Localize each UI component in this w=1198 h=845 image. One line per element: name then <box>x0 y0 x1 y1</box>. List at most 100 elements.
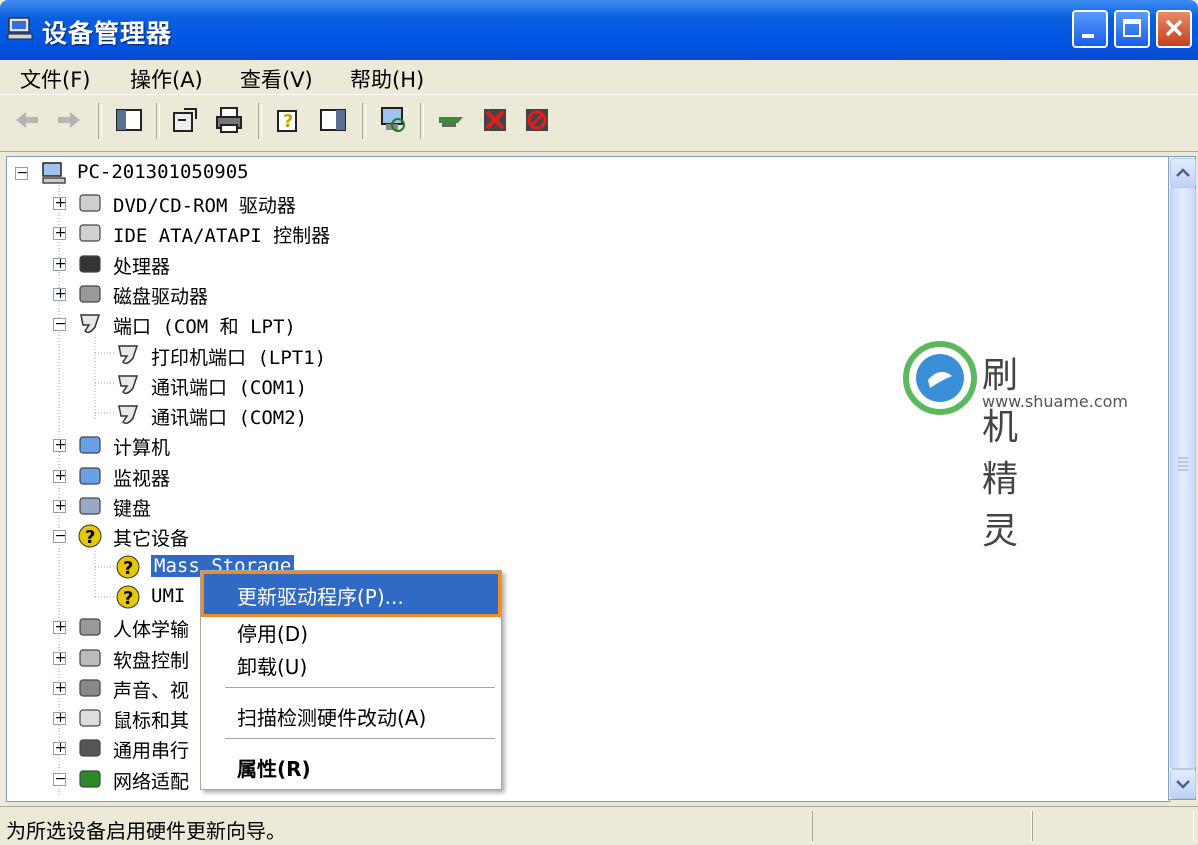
minimize-icon <box>1082 34 1094 38</box>
unknown-device-icon: ? <box>78 524 102 548</box>
tree-child-item[interactable]: 通讯端口 (COM1) <box>7 371 607 399</box>
tree-item-label: 声音、视 <box>113 679 190 702</box>
menu-item-update-driver[interactable]: 更新驱动程序(P)... <box>237 581 404 610</box>
tree-category-item[interactable]: + 键盘 <box>7 492 607 520</box>
port-icon <box>118 344 139 364</box>
close-button[interactable] <box>1156 10 1192 48</box>
expand-toggle[interactable]: + <box>53 256 66 272</box>
tree-root[interactable]: − PC-201301050905 <box>7 159 407 187</box>
tree-item-label: UMI <box>151 584 186 607</box>
tree-item-label: 通用串行 <box>113 740 190 763</box>
menu-action[interactable]: 操作(A) <box>130 64 203 94</box>
show-hide-tree-icon[interactable] <box>114 105 144 135</box>
expand-toggle[interactable]: + <box>53 740 66 756</box>
menu-view[interactable]: 查看(V) <box>240 64 313 94</box>
tree-child-item[interactable]: 打印机端口 (LPT1) <box>7 341 607 369</box>
back-icon[interactable] <box>12 105 42 135</box>
port-icon <box>118 405 139 425</box>
uninstall-icon[interactable] <box>480 105 510 135</box>
mouse-icon <box>79 709 101 727</box>
collapse-toggle[interactable]: − <box>53 316 66 332</box>
tree-category-item[interactable]: + 监视器 <box>7 462 607 490</box>
expand-toggle[interactable]: + <box>53 680 66 696</box>
menu-bar: 文件(F) 操作(A) 查看(V) 帮助(H) <box>0 60 1198 94</box>
expand-toggle[interactable]: + <box>53 619 66 635</box>
view-icon[interactable] <box>318 105 348 135</box>
tree-category-item[interactable]: + IDE ATA/ATAPI 控制器 <box>7 219 607 247</box>
toolbar-separator <box>420 103 424 139</box>
sound-icon <box>79 679 101 697</box>
expand-toggle[interactable]: + <box>53 650 66 666</box>
disable-icon[interactable] <box>522 105 552 135</box>
tree-item-label: 端口 (COM 和 LPT) <box>113 316 296 339</box>
menu-item-properties[interactable]: 属性(R) <box>237 753 311 782</box>
scroll-thumb[interactable] <box>1170 187 1196 769</box>
properties-icon[interactable] <box>170 105 200 135</box>
scroll-down-button[interactable] <box>1170 769 1196 799</box>
expand-toggle[interactable]: + <box>53 710 66 726</box>
toolbar-separator <box>258 103 262 139</box>
keyboard-icon <box>79 497 101 515</box>
processor-icon <box>79 254 101 273</box>
tree-category-item[interactable]: + 处理器 <box>7 250 607 278</box>
tree-child-item[interactable]: 通讯端口 (COM2) <box>7 401 607 429</box>
menu-file[interactable]: 文件(F) <box>20 64 90 94</box>
tree-item-label: 计算机 <box>113 437 171 460</box>
collapse-toggle[interactable]: − <box>53 771 66 787</box>
close-icon <box>1165 19 1183 37</box>
unknown-device-icon: ? <box>116 555 140 579</box>
tree-category-item[interactable]: + DVD/CD-ROM 驱动器 <box>7 189 607 217</box>
update-driver-icon[interactable] <box>436 105 466 135</box>
computer-icon <box>42 162 66 184</box>
menu-help[interactable]: 帮助(H) <box>350 64 424 94</box>
menu-item-uninstall[interactable]: 卸载(U) <box>237 651 307 680</box>
tree-category-item[interactable]: − 端口 (COM 和 LPT) <box>7 310 607 338</box>
computer-name: PC-201301050905 <box>77 161 249 183</box>
expand-toggle[interactable]: + <box>53 437 66 453</box>
collapse-toggle[interactable]: − <box>15 165 28 181</box>
status-panel <box>1032 811 1194 841</box>
expand-toggle[interactable]: + <box>53 468 66 484</box>
device-manager-icon <box>7 17 33 40</box>
maximize-icon <box>1123 19 1141 37</box>
toolbar-separator <box>98 103 102 139</box>
watermark-url: www.shuame.com <box>982 392 1128 411</box>
svg-text:?: ? <box>283 111 293 132</box>
menu-item-disable[interactable]: 停用(D) <box>237 618 308 647</box>
help-icon[interactable]: ? <box>274 105 304 135</box>
menu-separator <box>225 738 495 739</box>
tree-item-label: 网络适配 <box>113 770 190 793</box>
tree-category-item[interactable]: + 磁盘驱动器 <box>7 280 607 308</box>
unknown-device-icon: ? <box>116 585 140 609</box>
svg-text:?: ? <box>123 558 133 579</box>
expand-toggle[interactable]: + <box>53 225 66 241</box>
device-tree[interactable]: − PC-201301050905 + DVD/CD-ROM 驱动器 + IDE AT… <box>6 156 1170 802</box>
tree-category-item[interactable]: −? 其它设备 <box>7 522 607 550</box>
maximize-button[interactable] <box>1114 10 1150 48</box>
tree-category-item[interactable]: + 计算机 <box>7 431 607 459</box>
expand-toggle[interactable]: + <box>53 498 66 514</box>
grip-icon <box>1178 457 1188 471</box>
tree-item-label: 其它设备 <box>113 528 190 551</box>
scan-hardware-icon[interactable] <box>378 105 408 135</box>
print-icon[interactable] <box>214 105 244 135</box>
expand-toggle[interactable]: + <box>53 195 66 211</box>
forward-icon[interactable] <box>54 105 84 135</box>
expand-toggle[interactable]: + <box>53 286 66 302</box>
vertical-scrollbar[interactable] <box>1168 156 1196 800</box>
tree-item-label: 通讯端口 (COM2) <box>151 407 308 430</box>
collapse-toggle[interactable]: − <box>53 528 66 544</box>
minimize-button[interactable] <box>1072 10 1108 48</box>
scroll-up-button[interactable] <box>1170 158 1196 188</box>
menu-separator <box>225 687 495 688</box>
monitor-icon <box>79 467 101 485</box>
menu-item-scan-hardware[interactable]: 扫描检测硬件改动(A) <box>237 702 426 731</box>
chevron-down-icon <box>1176 780 1190 789</box>
svg-text:?: ? <box>123 588 133 609</box>
network-adapter-icon <box>79 770 101 788</box>
port-icon <box>80 314 101 334</box>
tree-item-label: 打印机端口 (LPT1) <box>151 346 327 369</box>
shuame-logo-icon <box>903 341 977 415</box>
tree-item-label: 鼠标和其 <box>113 710 190 733</box>
tree-item-label: 键盘 <box>113 498 152 520</box>
